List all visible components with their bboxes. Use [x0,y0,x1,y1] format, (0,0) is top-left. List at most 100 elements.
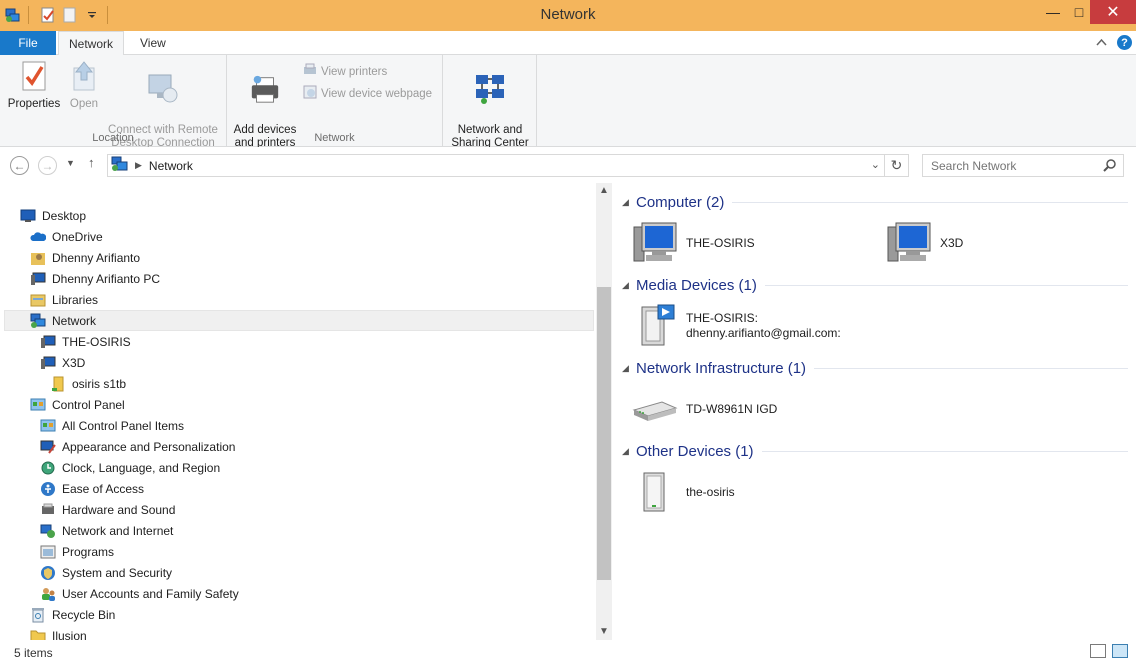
tree-item-user-accounts[interactable]: User Accounts and Family Safety [40,583,239,604]
search-icon[interactable] [1103,158,1117,175]
tree-item-network-internet[interactable]: Network and Internet [40,520,173,541]
computer-icon [886,220,932,266]
tree-item-x3d[interactable]: X3D [40,352,85,373]
computer-icon [40,334,56,350]
view-device-webpage-button[interactable]: View device webpage [303,85,432,102]
tab-file[interactable]: File [0,31,56,55]
tree-item-hardware-sound[interactable]: Hardware and Sound [40,499,175,520]
network-item-x3d[interactable]: X3D [886,220,963,266]
group-header-network-infrastructure[interactable]: ◢ Network Infrastructure (1) [622,357,1128,379]
tree-item-clock-language-region[interactable]: Clock, Language, and Region [40,457,220,478]
collapse-triangle-icon[interactable]: ◢ [622,363,636,374]
tab-view[interactable]: View [130,31,176,55]
nav-scrollbar[interactable]: ▲ ▼ [596,183,612,640]
tree-item-desktop[interactable]: Desktop [20,205,86,226]
tree-label: Ilusion [52,628,87,641]
properties-button[interactable]: Properties [6,59,62,111]
collapse-triangle-icon[interactable]: ◢ [622,280,636,291]
group-title: Network Infrastructure (1) [636,359,807,377]
ribbon-group-location: Properties Open Connect with Remote Desk… [0,55,227,149]
media-server-icon [632,303,678,349]
folder-tree: Desktop OneDrive Dhenny Arifianto Dhenny… [0,183,596,640]
forward-button[interactable]: → [38,156,57,175]
tree-item-recycle-bin[interactable]: Recycle Bin [30,604,115,625]
tree-label: Hardware and Sound [62,502,176,517]
tree-item-programs[interactable]: Programs [40,541,114,562]
network-item-the-osiris[interactable]: THE-OSIRIS [632,220,755,266]
large-icons-view-icon[interactable] [1112,644,1128,658]
tree-item-all-control-panel-items[interactable]: All Control Panel Items [40,415,184,436]
router-icon [632,386,678,432]
properties-icon [18,59,50,93]
up-button[interactable]: ↑ [88,155,95,170]
group-header-other-devices[interactable]: ◢ Other Devices (1) [622,440,1128,462]
tree-label: Programs [62,544,115,559]
tree-label: All Control Panel Items [62,418,185,433]
printers-icon [303,63,317,80]
ribbon-group-label: Network [314,132,355,144]
tab-network[interactable]: Network [58,31,125,56]
ribbon-tabs: File Network View ? [0,31,1136,56]
help-icon[interactable]: ? [1117,35,1132,50]
address-bar[interactable]: ▶ Network ⌄ [107,154,885,177]
network-item-router[interactable]: TD-W8961N IGD [632,386,777,432]
tree-item-ease-of-access[interactable]: Ease of Access [40,478,144,499]
search-box[interactable] [922,154,1124,177]
tree-item-system-security[interactable]: System and Security [40,562,172,583]
close-button[interactable]: ✕ [1090,0,1136,24]
ease-of-access-icon [40,481,56,497]
group-title: Media Devices (1) [636,276,757,294]
view-printers-button[interactable]: View printers [303,63,387,80]
tree-label: Network [52,313,97,328]
view-switcher [1090,644,1128,658]
details-view-icon[interactable] [1090,644,1106,658]
group-header-media-devices[interactable]: ◢ Media Devices (1) [622,274,1128,296]
tree-item-onedrive[interactable]: OneDrive [30,226,103,247]
tree-item-control-panel[interactable]: Control Panel [30,394,125,415]
breadcrumb-chevron-icon[interactable]: ▶ [135,160,142,171]
remote-desktop-icon [147,72,179,106]
collapse-triangle-icon[interactable]: ◢ [622,197,636,208]
tree-item-ilusion[interactable]: Ilusion [30,625,87,640]
network-sharing-label: Network and Sharing Center [451,124,529,149]
group-title: Other Devices (1) [636,442,754,460]
network-item-media-device[interactable]: THE-OSIRIS: dhenny.arifianto@gmail.com: [632,303,841,349]
scroll-up-icon[interactable]: ▲ [596,183,612,199]
tree-item-appearance[interactable]: Appearance and Personalization [40,436,235,457]
scroll-down-icon[interactable]: ▼ [596,624,612,640]
tree-label: osiris s1tb [72,376,127,391]
properties-label: Properties [7,98,61,110]
collapse-triangle-icon[interactable]: ◢ [622,446,636,457]
tree-label: Clock, Language, and Region [62,460,221,475]
network-sharing-icon [474,72,506,106]
tree-item-the-osiris[interactable]: THE-OSIRIS [40,331,131,352]
tree-item-network[interactable]: Network [30,310,96,331]
webpage-icon [303,85,317,102]
tree-label: THE-OSIRIS [62,334,131,349]
tree-item-pc[interactable]: Dhenny Arifianto PC [30,268,160,289]
back-button[interactable]: ← [10,156,29,175]
tree-item-libraries[interactable]: Libraries [30,289,98,310]
network-item-other-device[interactable]: the-osiris [632,469,735,515]
tree-item-osiris-s1tb[interactable]: osiris s1tb [50,373,126,394]
user-accounts-icon [40,586,56,602]
open-button[interactable]: Open [66,59,102,111]
navigation-bar: ← → ▼ ↑ ▶ Network ⌄ ↻ [0,147,1136,183]
network-sharing-center-button[interactable]: Network and Sharing Center [447,59,533,150]
item-label: X3D [940,236,964,250]
address-dropdown-icon[interactable]: ⌄ [871,158,880,171]
scrollbar-thumb[interactable] [597,287,611,580]
tree-label: Libraries [52,292,99,307]
back-arrow-icon: ← [13,158,26,173]
tree-item-user-folder[interactable]: Dhenny Arifianto [30,247,140,268]
collapse-ribbon-icon[interactable] [1096,37,1107,49]
breadcrumb-network[interactable]: Network [149,159,193,173]
recent-locations-dropdown[interactable]: ▼ [66,158,75,168]
pc-icon [30,271,46,287]
ribbon-group-sharing: Network and Sharing Center [443,55,537,150]
refresh-button[interactable]: ↻ [885,154,909,177]
tree-label: OneDrive [52,229,103,244]
search-input[interactable] [931,158,1101,173]
tree-label: Ease of Access [62,481,145,496]
group-header-computer[interactable]: ◢ Computer (2) [622,191,1128,213]
